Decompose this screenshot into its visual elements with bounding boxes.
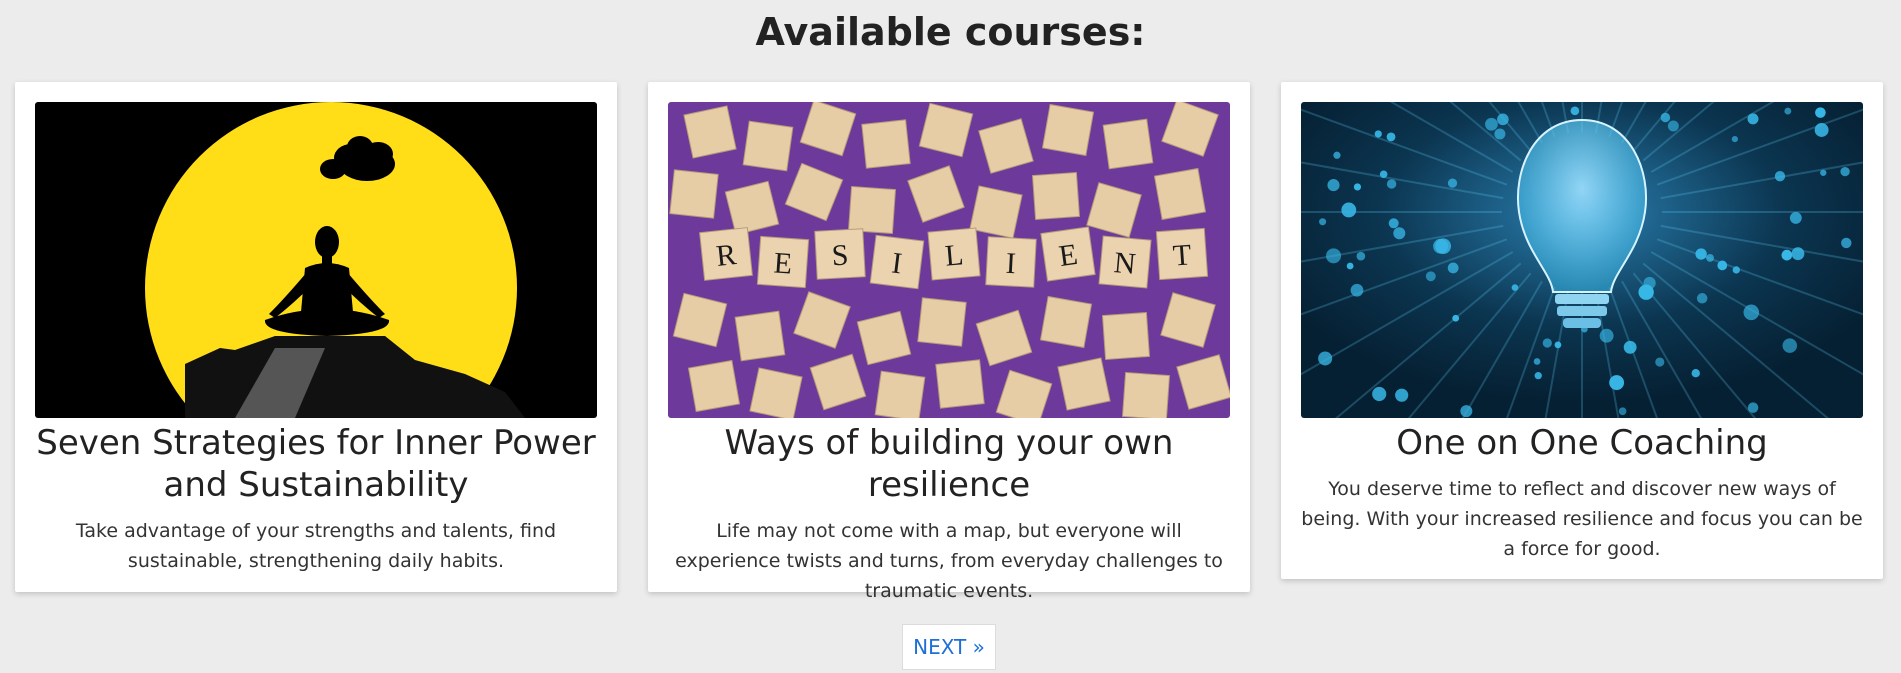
course-title[interactable]: One on One Coaching	[1301, 422, 1863, 464]
letter-tile: T	[1155, 227, 1209, 281]
svg-text:N: N	[1113, 246, 1137, 281]
letter-tile: S	[814, 228, 866, 280]
letter-tile: I	[985, 236, 1037, 288]
course-description: Take advantage of your strengths and tal…	[75, 520, 557, 572]
svg-text:T: T	[1172, 238, 1193, 272]
course-image[interactable]: RESILIENT	[668, 102, 1230, 418]
next-page-button[interactable]: NEXT »	[902, 624, 996, 670]
course-image[interactable]	[1301, 102, 1863, 418]
resilient-tiles-icon: RESILIENT	[668, 102, 1230, 418]
course-card[interactable]: One on One Coaching You deserve time to …	[1281, 82, 1883, 579]
course-card[interactable]: RESILIENT Ways of building your own resi…	[648, 82, 1250, 602]
course-title[interactable]: Seven Strategies for Inner Power and Sus…	[35, 422, 597, 506]
lightbulb-icon	[1301, 102, 1863, 418]
letter-tile: N	[1098, 235, 1152, 289]
letter-tile: L	[927, 227, 981, 281]
svg-text:S: S	[831, 239, 849, 273]
course-image[interactable]	[35, 102, 597, 418]
course-description: You deserve time to reflect and discover…	[1301, 478, 1863, 560]
page-title: Available courses:	[755, 10, 1146, 54]
svg-text:I: I	[1005, 247, 1017, 280]
letter-tile: E	[756, 235, 810, 289]
course-description: Life may not come with a map, but everyo…	[675, 520, 1223, 602]
course-card[interactable]: Seven Strategies for Inner Power and Sus…	[15, 82, 617, 592]
meditation-silhouette-icon	[35, 102, 597, 418]
svg-text:L: L	[944, 238, 965, 272]
letter-tile: R	[699, 227, 753, 281]
letter-tile: E	[1040, 226, 1096, 282]
svg-text:R: R	[714, 238, 737, 273]
course-title[interactable]: Ways of building your own resilience	[668, 422, 1230, 506]
letter-tile: I	[869, 234, 925, 290]
svg-text:E: E	[773, 246, 794, 280]
